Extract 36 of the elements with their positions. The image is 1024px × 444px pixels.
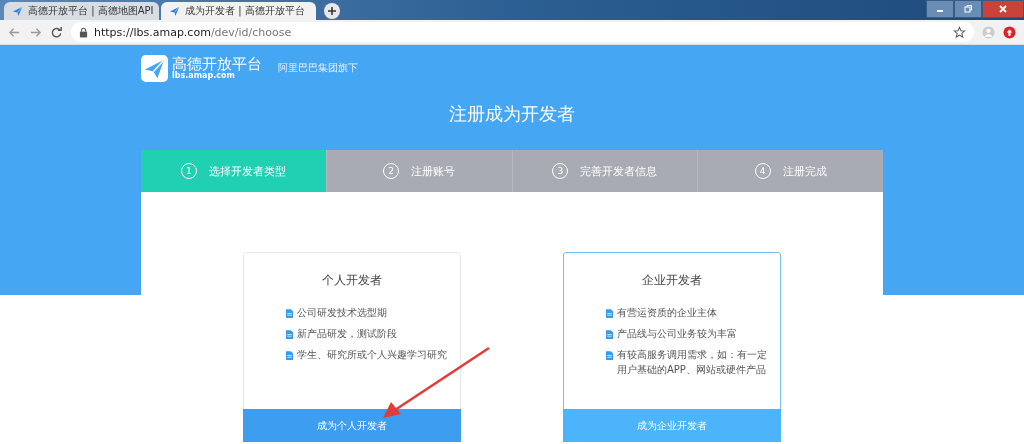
feature-text: 产品线与公司业务较为丰富 bbox=[617, 327, 738, 341]
close-window-button[interactable] bbox=[982, 0, 1024, 18]
feature-text: 公司研发技术选型期 bbox=[297, 306, 388, 320]
browser-tab[interactable]: 高德开放平台 | 高德地图API bbox=[4, 2, 159, 20]
document-icon bbox=[606, 330, 613, 339]
minimize-button[interactable] bbox=[926, 0, 954, 18]
paper-plane-logo-icon bbox=[141, 54, 168, 82]
restore-button[interactable] bbox=[954, 0, 982, 18]
document-icon bbox=[606, 309, 613, 318]
paper-plane-icon bbox=[12, 5, 23, 17]
document-icon bbox=[286, 330, 293, 339]
paper-plane-icon bbox=[169, 5, 180, 17]
address-field[interactable]: https://lbs.amap.com/dev/id/choose bbox=[71, 22, 974, 42]
feature-text: 有较高服务调用需求，如：有一定用户基础的APP、网站或硬件产品 bbox=[617, 348, 768, 377]
document-icon bbox=[606, 351, 613, 360]
browser-tab[interactable]: 成为开发者 | 高德开放平台 bbox=[161, 2, 316, 20]
extension-icon[interactable] bbox=[1003, 25, 1016, 39]
feature-text: 学生、研究所或个人兴趣学习研究 bbox=[297, 348, 448, 362]
card-title: 个人开发者 bbox=[321, 272, 383, 289]
logo-name: 高德开放平台 bbox=[172, 56, 262, 72]
slogan: 阿里巴巴集团旗下 bbox=[278, 61, 358, 75]
lock-icon bbox=[79, 26, 88, 38]
feature-text: 有营运资质的企业主体 bbox=[617, 306, 718, 320]
feature-text: 新产品研发，测试阶段 bbox=[297, 327, 398, 341]
reload-icon[interactable] bbox=[50, 25, 63, 39]
new-tab-button[interactable] bbox=[324, 3, 340, 19]
restore-icon bbox=[963, 4, 973, 14]
logo-domain: lbs.amap.com bbox=[172, 71, 235, 80]
close-icon bbox=[998, 4, 1008, 14]
card-title: 企业开发者 bbox=[641, 272, 703, 289]
star-icon[interactable] bbox=[953, 25, 966, 39]
url-text: https://lbs.amap.com/dev/id/choose bbox=[94, 25, 292, 39]
document-icon bbox=[286, 351, 293, 360]
page-title: 注册成为开发者 bbox=[448, 102, 576, 126]
plus-icon bbox=[327, 6, 337, 16]
document-icon bbox=[286, 309, 293, 318]
